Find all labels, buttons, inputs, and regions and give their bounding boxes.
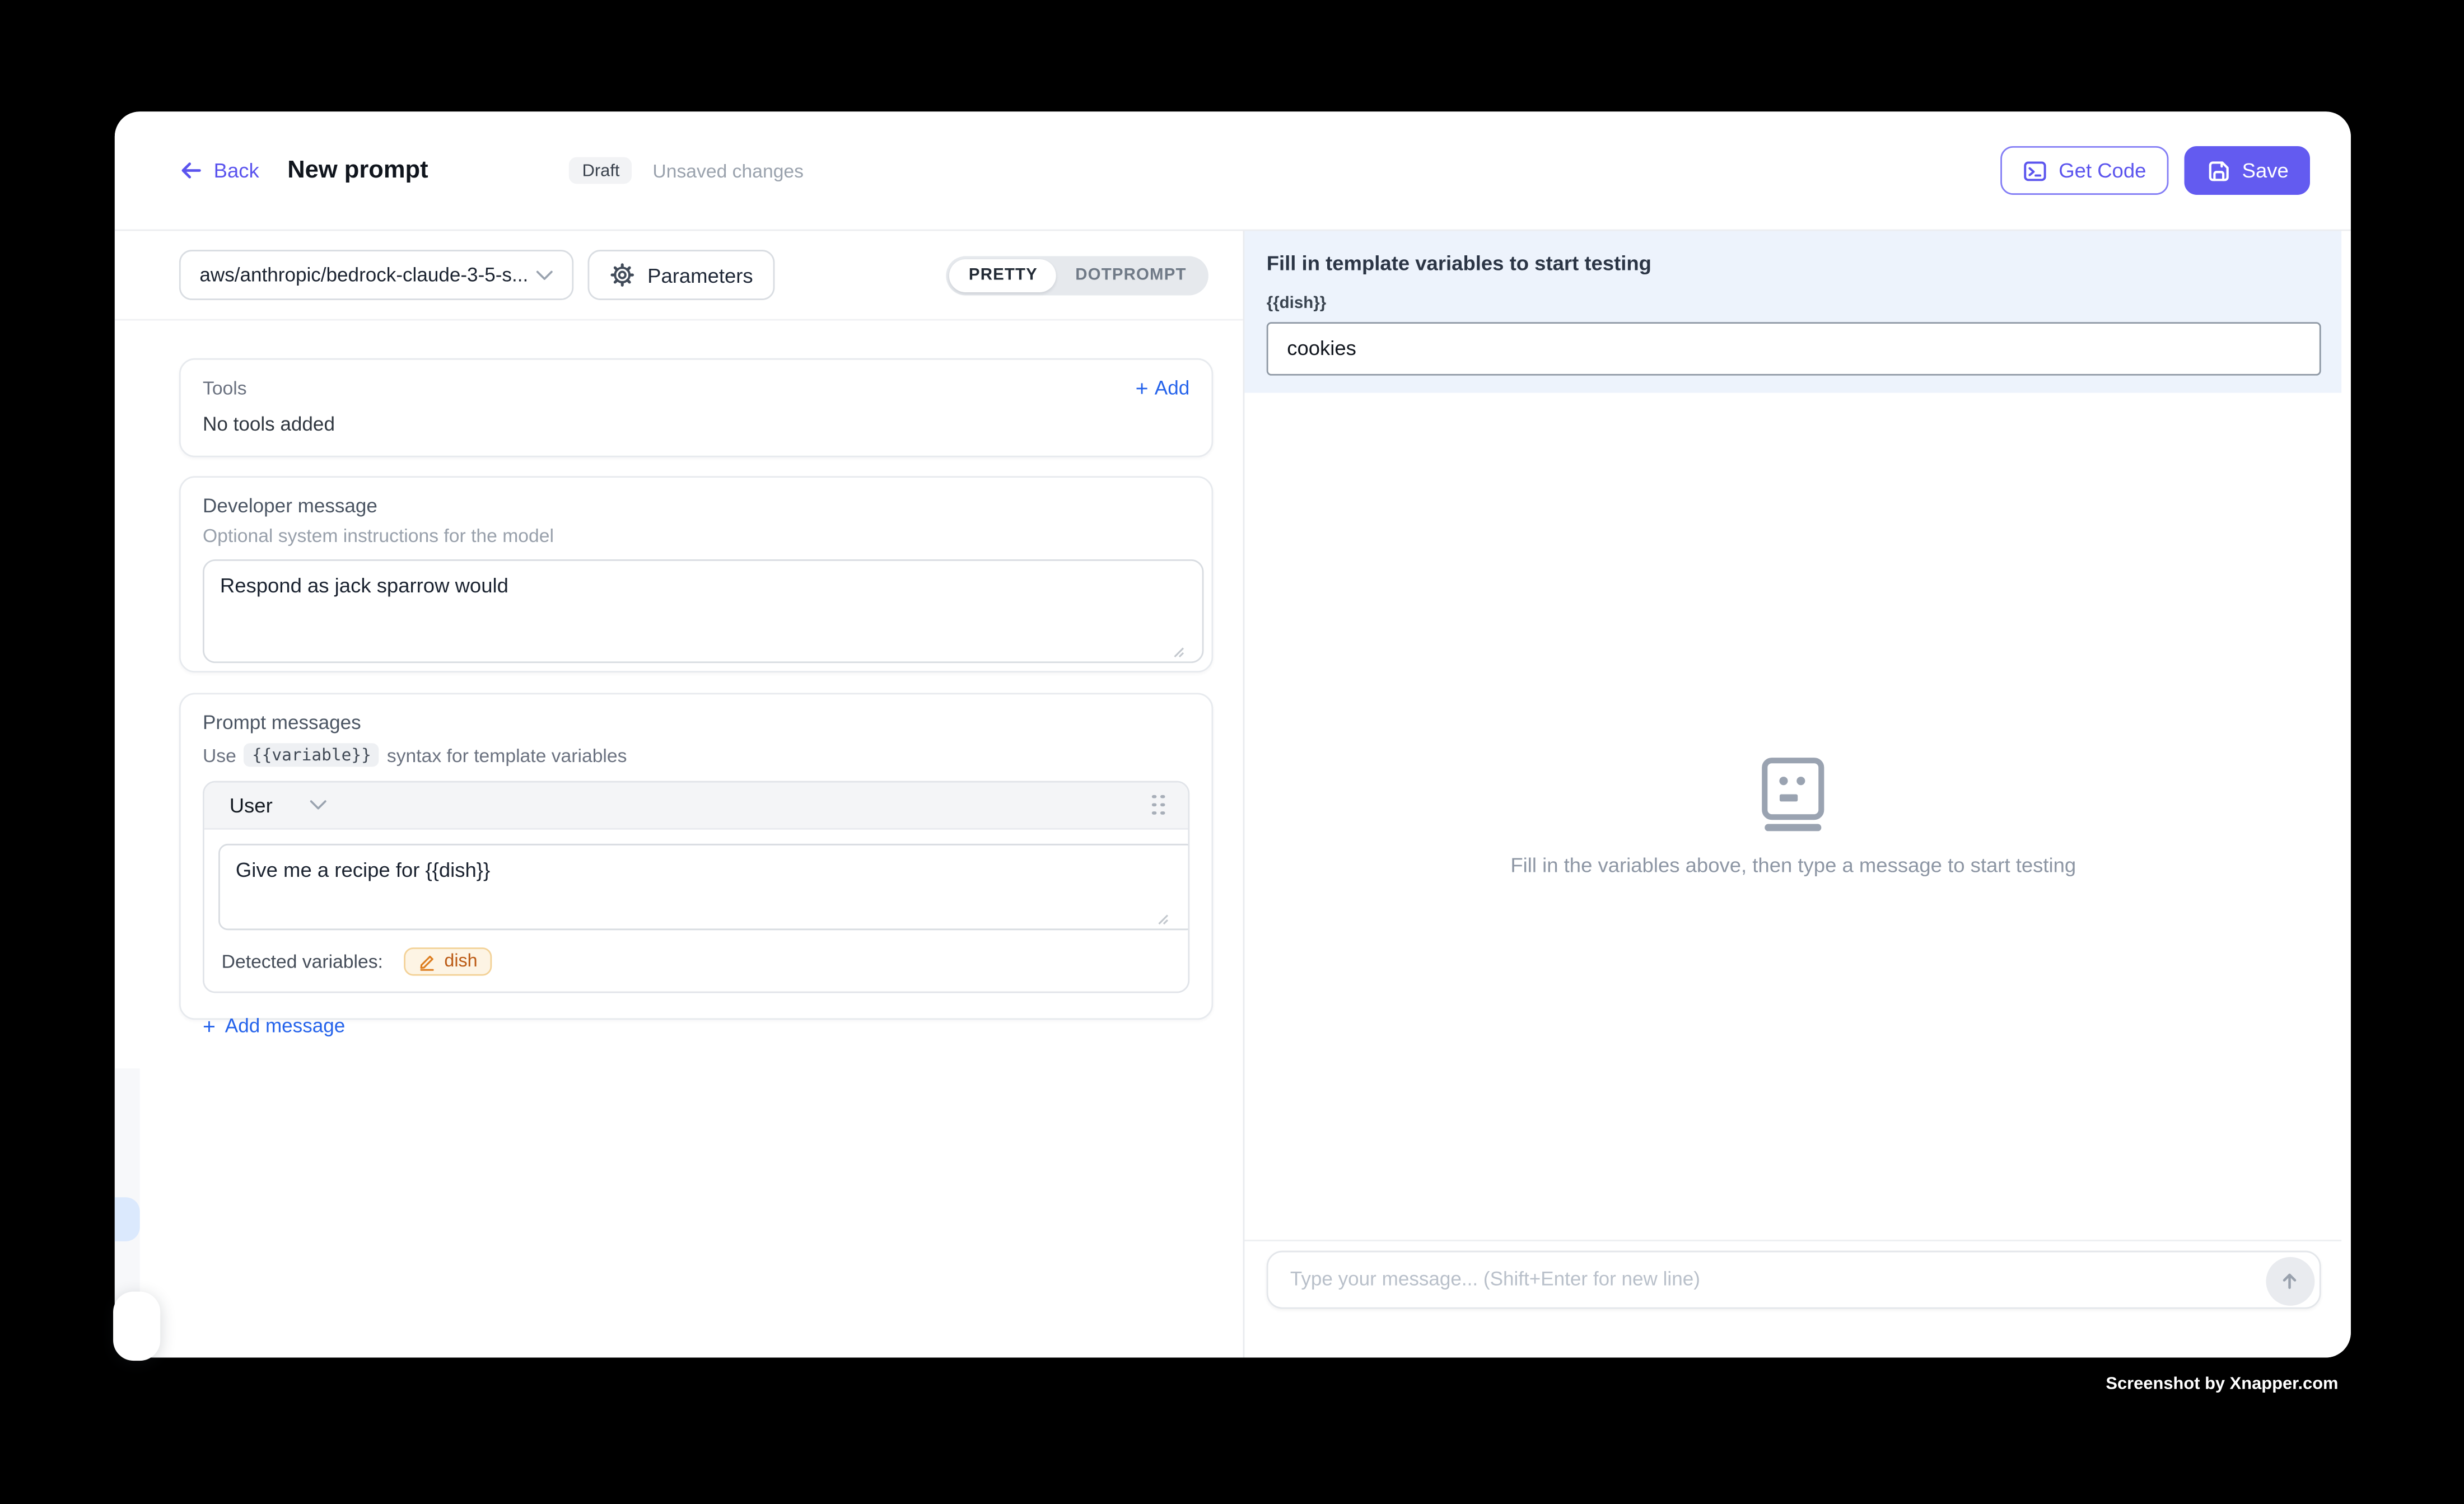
chat-input-area	[1244, 1240, 2342, 1357]
hint-prefix: Use	[203, 744, 236, 766]
window-header: Back New prompt Draft Unsaved changes Ge…	[115, 111, 2351, 231]
get-code-button[interactable]: Get Code	[2000, 146, 2168, 195]
prompt-messages-title: Prompt messages	[203, 712, 1189, 734]
prompt-editor-window: Back New prompt Draft Unsaved changes Ge…	[115, 111, 2351, 1357]
toggle-dotprompt[interactable]: DOTPROMPT	[1057, 259, 1206, 292]
template-variables-panel: Fill in template variables to start test…	[1244, 231, 2342, 393]
developer-message-input[interactable]: Respond as jack sparrow would	[203, 559, 1203, 663]
main-split: aws/anthropic/bedrock-claude-3-5-s... Pa…	[115, 231, 2351, 1357]
variable-syntax-chip: {{variable}}	[244, 743, 379, 767]
collapsed-sidebar-active-item[interactable]	[115, 1197, 139, 1241]
watermark-text: Screenshot by Xnapper.com	[2106, 1374, 2338, 1393]
hint-suffix: syntax for template variables	[387, 744, 627, 766]
test-pane: Fill in template variables to start test…	[1244, 231, 2351, 1357]
add-message-label: Add message	[225, 1015, 345, 1037]
prompt-messages-card: Prompt messages Use {{variable}} syntax …	[179, 693, 1213, 1020]
message-body: Give me a recipe for {{dish}} Detected v…	[204, 830, 1188, 992]
toggle-pretty[interactable]: PRETTY	[950, 259, 1056, 292]
tools-title: Tools	[203, 377, 247, 399]
variable-value-input[interactable]	[1267, 322, 2321, 375]
tools-empty-text: No tools added	[203, 413, 1189, 435]
add-tool-label: Add	[1155, 377, 1189, 399]
robot-face-icon	[1752, 756, 1834, 830]
detected-variables-row: Detected variables: dish	[218, 947, 1174, 976]
chevron-down-icon	[536, 269, 553, 281]
model-selector[interactable]: aws/anthropic/bedrock-claude-3-5-s...	[179, 250, 573, 300]
format-toggle: PRETTY DOTPROMPT	[947, 255, 1208, 295]
screen: Back New prompt Draft Unsaved changes Ge…	[0, 0, 2464, 1504]
empty-state-text: Fill in the variables above, then type a…	[1510, 852, 2076, 876]
message-header: User	[204, 782, 1188, 829]
model-toolbar: aws/anthropic/bedrock-claude-3-5-s... Pa…	[115, 231, 1243, 320]
header-actions: Get Code Save	[2000, 146, 2311, 195]
pencil-icon	[418, 952, 437, 971]
terminal-icon	[2023, 158, 2048, 183]
role-value: User	[230, 793, 273, 817]
variables-panel-title: Fill in template variables to start test…	[1267, 251, 2320, 275]
plus-icon: +	[203, 1015, 216, 1037]
variable-key-label: {{dish}}	[1267, 294, 2320, 313]
back-button[interactable]: Back	[179, 158, 259, 182]
save-button[interactable]: Save	[2184, 146, 2311, 195]
parameters-button[interactable]: Parameters	[587, 250, 774, 300]
model-selector-value: aws/anthropic/bedrock-claude-3-5-s...	[199, 264, 528, 286]
variable-badge-dish[interactable]: dish	[403, 947, 491, 976]
message-block: User Give me a recipe for {{dish}}	[203, 781, 1189, 993]
page-title: New prompt	[287, 156, 428, 185]
template-syntax-hint: Use {{variable}} syntax for template var…	[203, 743, 1189, 767]
developer-message-subtitle: Optional system instructions for the mod…	[203, 525, 1189, 547]
add-tool-button[interactable]: + Add	[1136, 377, 1190, 399]
gear-icon	[610, 263, 635, 288]
chat-empty-state: Fill in the variables above, then type a…	[1244, 393, 2342, 1240]
back-label: Back	[214, 158, 259, 182]
prompt-config-pane: aws/anthropic/bedrock-claude-3-5-s... Pa…	[115, 231, 1245, 1357]
chat-message-input[interactable]	[1268, 1268, 2320, 1290]
chevron-down-icon	[310, 800, 328, 811]
save-label: Save	[2242, 158, 2289, 182]
detected-variables-label: Detected variables:	[222, 951, 383, 973]
get-code-label: Get Code	[2059, 158, 2146, 182]
status-badge: Draft	[570, 157, 632, 184]
arrow-left-icon	[179, 158, 203, 182]
variable-badge-label: dish	[444, 952, 477, 971]
tools-card: Tools + Add No tools added	[179, 358, 1213, 457]
unsaved-changes-note: Unsaved changes	[652, 160, 804, 181]
send-button[interactable]	[2266, 1256, 2314, 1305]
save-icon	[2206, 158, 2231, 183]
arrow-up-icon	[2279, 1269, 2301, 1291]
add-message-button[interactable]: + Add message	[203, 1015, 1189, 1037]
user-message-input[interactable]: Give me a recipe for {{dish}}	[218, 844, 1189, 930]
drag-handle-icon[interactable]	[1152, 794, 1166, 816]
developer-message-card: Developer message Optional system instru…	[179, 476, 1213, 672]
developer-message-title: Developer message	[203, 495, 1189, 517]
floating-corner-box	[113, 1292, 161, 1361]
parameters-label: Parameters	[647, 263, 753, 287]
plus-icon: +	[1136, 377, 1149, 399]
role-selector[interactable]: User	[230, 793, 328, 817]
config-scroll-area: Tools + Add No tools added Developer mes…	[115, 320, 1243, 1020]
message-bar	[1267, 1250, 2322, 1309]
